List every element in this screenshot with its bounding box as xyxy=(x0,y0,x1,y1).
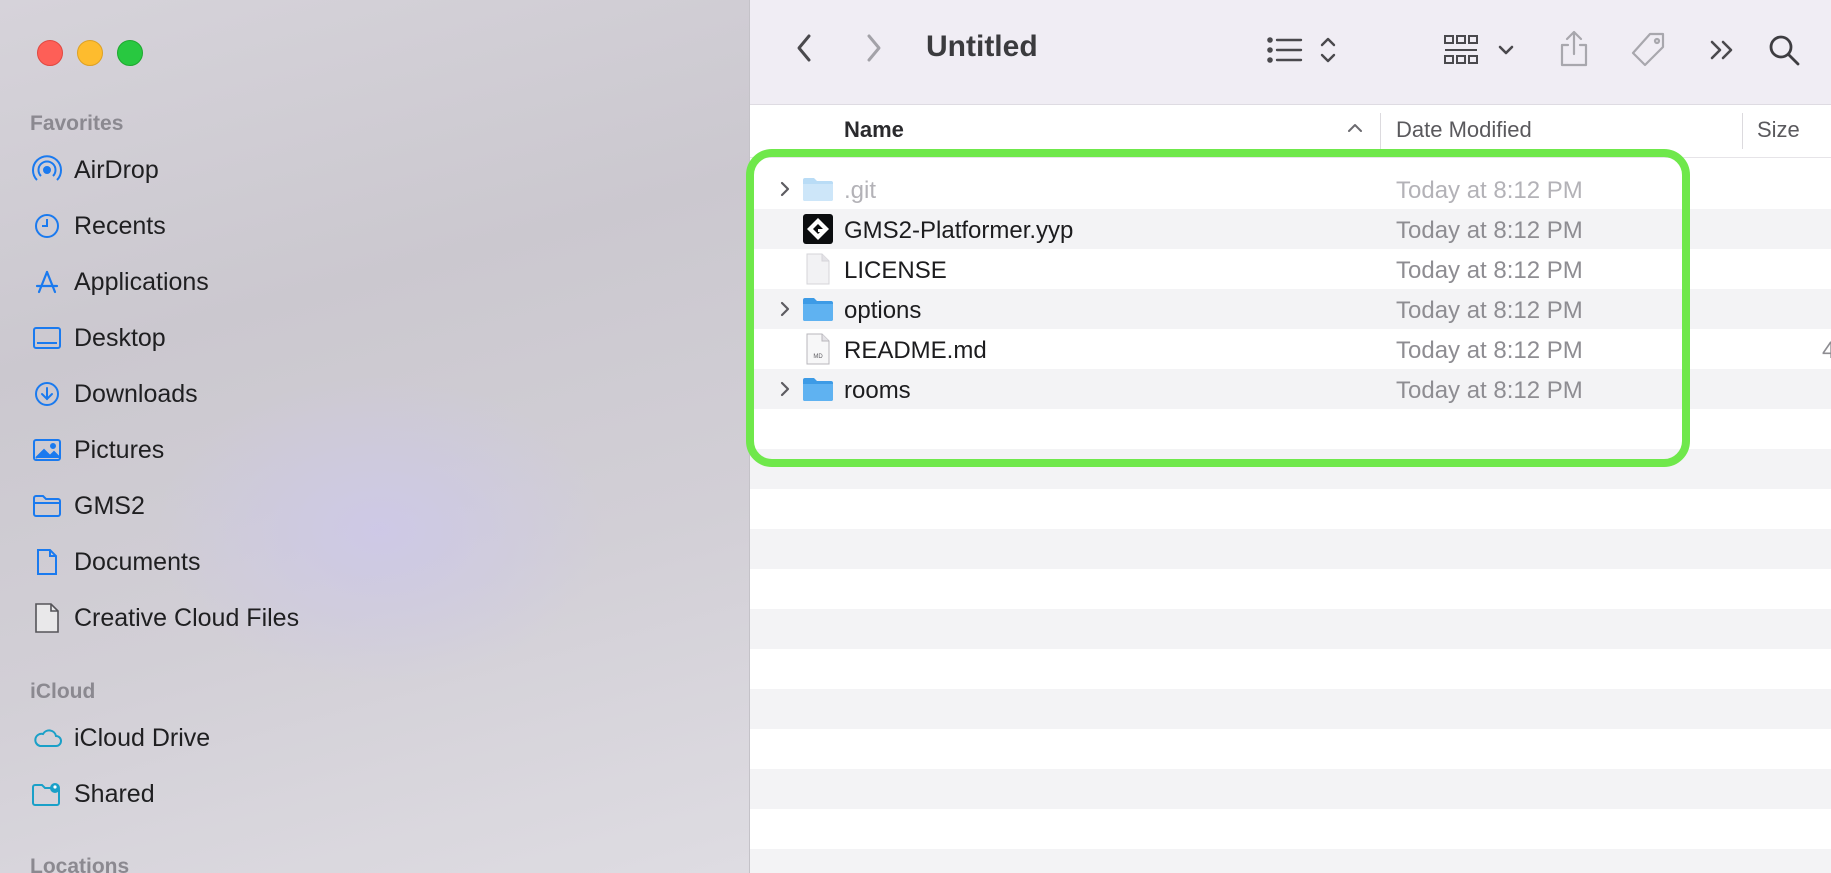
sidebar-item-airdrop[interactable]: AirDrop xyxy=(30,146,159,194)
file-date: Today at 8:12 PM xyxy=(1396,297,1583,324)
column-size-header[interactable]: Size xyxy=(1757,117,1800,143)
file-size: 4 xyxy=(1822,337,1831,364)
chevron-left-icon xyxy=(794,32,814,69)
column-name-header[interactable]: Name xyxy=(844,117,904,143)
sort-ascending-icon xyxy=(1346,119,1364,142)
sidebar-item-label: AirDrop xyxy=(74,155,159,184)
file-name: README.md xyxy=(844,337,987,364)
sidebar: Favorites AirDrop Recents Applications D… xyxy=(0,0,750,873)
sidebar-item-label: Applications xyxy=(74,267,209,296)
blank-file-icon xyxy=(802,253,834,285)
airdrop-icon xyxy=(30,153,64,187)
sidebar-item-label: iCloud Drive xyxy=(74,723,211,752)
file-list: .git Today at 8:12 PM GMS2-Platformer.yy… xyxy=(750,169,1831,409)
file-name: .git xyxy=(844,177,877,204)
shared-folder-icon xyxy=(30,777,64,811)
file-name: GMS2-Platformer.yyp xyxy=(844,217,1074,244)
sidebar-item-shared[interactable]: Shared xyxy=(30,770,155,818)
file-row-yyp[interactable]: GMS2-Platformer.yyp Today at 8:12 PM xyxy=(750,209,1831,249)
photo-icon xyxy=(30,433,64,467)
toolbar: Untitled xyxy=(750,0,1831,105)
folder-icon xyxy=(802,373,834,405)
file-date: Today at 8:12 PM xyxy=(1396,377,1583,404)
file-row-license[interactable]: LICENSE Today at 8:12 PM xyxy=(750,249,1831,289)
file-row-readme[interactable]: MD README.md Today at 8:12 PM 4 xyxy=(750,329,1831,369)
tag-icon xyxy=(1628,30,1668,75)
sidebar-item-documents[interactable]: Documents xyxy=(30,538,200,586)
file-row-git[interactable]: .git Today at 8:12 PM xyxy=(750,169,1831,209)
desktop-icon xyxy=(30,321,64,355)
share-icon xyxy=(1558,28,1590,73)
file-row-options[interactable]: options Today at 8:12 PM xyxy=(750,289,1831,329)
gamemaker-project-icon xyxy=(802,213,834,245)
locations-section-label: Locations xyxy=(30,855,130,873)
markdown-file-icon: MD xyxy=(802,333,834,365)
sidebar-item-recents[interactable]: Recents xyxy=(30,202,166,250)
sidebar-item-label: Recents xyxy=(74,211,166,240)
double-chevron-icon xyxy=(1708,37,1736,68)
folder-icon xyxy=(802,293,834,325)
file-row-rooms[interactable]: rooms Today at 8:12 PM xyxy=(750,369,1831,409)
file-date: Today at 8:12 PM xyxy=(1396,257,1583,284)
clock-icon xyxy=(30,209,64,243)
list-view-icon xyxy=(1266,33,1338,72)
favorites-section-label: Favorites xyxy=(30,112,124,135)
chevron-right-icon xyxy=(864,32,884,69)
close-button[interactable] xyxy=(37,40,63,66)
more-toolbar-button[interactable] xyxy=(1704,34,1740,70)
sidebar-item-label: Documents xyxy=(74,547,201,576)
finder-window: Favorites AirDrop Recents Applications D… xyxy=(0,0,1831,873)
applications-icon xyxy=(30,265,64,299)
column-divider[interactable] xyxy=(1380,113,1381,149)
file-name: rooms xyxy=(844,377,911,404)
tags-button[interactable] xyxy=(1626,30,1670,74)
back-button[interactable] xyxy=(786,30,822,70)
forward-button[interactable] xyxy=(856,30,892,70)
icloud-section-label: iCloud xyxy=(30,680,96,703)
file-date: Today at 8:12 PM xyxy=(1396,217,1583,244)
sidebar-item-label: Downloads xyxy=(74,379,198,408)
search-icon xyxy=(1767,33,1801,72)
zoom-button[interactable] xyxy=(117,40,143,66)
view-mode-button[interactable] xyxy=(1262,30,1342,74)
search-button[interactable] xyxy=(1764,30,1804,74)
cloud-icon xyxy=(30,721,64,755)
file-date: Today at 8:12 PM xyxy=(1396,177,1583,204)
file-icon xyxy=(30,601,64,635)
sidebar-item-downloads[interactable]: Downloads xyxy=(30,370,198,418)
sidebar-item-label: GMS2 xyxy=(74,491,145,520)
sidebar-item-applications[interactable]: Applications xyxy=(30,258,209,306)
column-divider[interactable] xyxy=(1742,113,1743,149)
column-header: Name Date Modified Size xyxy=(750,105,1831,158)
sidebar-item-label: Pictures xyxy=(74,435,165,464)
folder-icon xyxy=(30,489,64,523)
file-browser: Untitled Name Date Modified Size .git To… xyxy=(750,0,1831,873)
svg-text:MD: MD xyxy=(813,354,823,360)
disclosure-chevron-icon[interactable] xyxy=(776,175,794,203)
minimize-button[interactable] xyxy=(77,40,103,66)
window-title: Untitled xyxy=(926,30,1038,63)
document-icon xyxy=(30,545,64,579)
group-by-button[interactable] xyxy=(1440,30,1524,74)
sidebar-item-pictures[interactable]: Pictures xyxy=(30,426,164,474)
column-date-modified-header[interactable]: Date Modified xyxy=(1396,117,1532,143)
sidebar-item-icloud-drive[interactable]: iCloud Drive xyxy=(30,714,210,762)
file-date: Today at 8:12 PM xyxy=(1396,337,1583,364)
sidebar-item-label: Creative Cloud Files xyxy=(74,603,300,632)
sidebar-item-label: Shared xyxy=(74,779,155,808)
file-name: options xyxy=(844,297,922,324)
sidebar-item-label: Desktop xyxy=(74,323,166,352)
disclosure-chevron-icon[interactable] xyxy=(776,375,794,403)
file-name: LICENSE xyxy=(844,257,947,284)
share-button[interactable] xyxy=(1554,26,1594,74)
empty-list-area xyxy=(750,409,1831,873)
sidebar-item-desktop[interactable]: Desktop xyxy=(30,314,166,362)
sidebar-item-gms2[interactable]: GMS2 xyxy=(30,482,145,530)
folder-icon xyxy=(802,173,834,205)
download-icon xyxy=(30,377,64,411)
sidebar-item-creative-cloud-files[interactable]: Creative Cloud Files xyxy=(30,594,299,642)
disclosure-chevron-icon[interactable] xyxy=(776,295,794,323)
grid-group-icon xyxy=(1442,33,1522,72)
